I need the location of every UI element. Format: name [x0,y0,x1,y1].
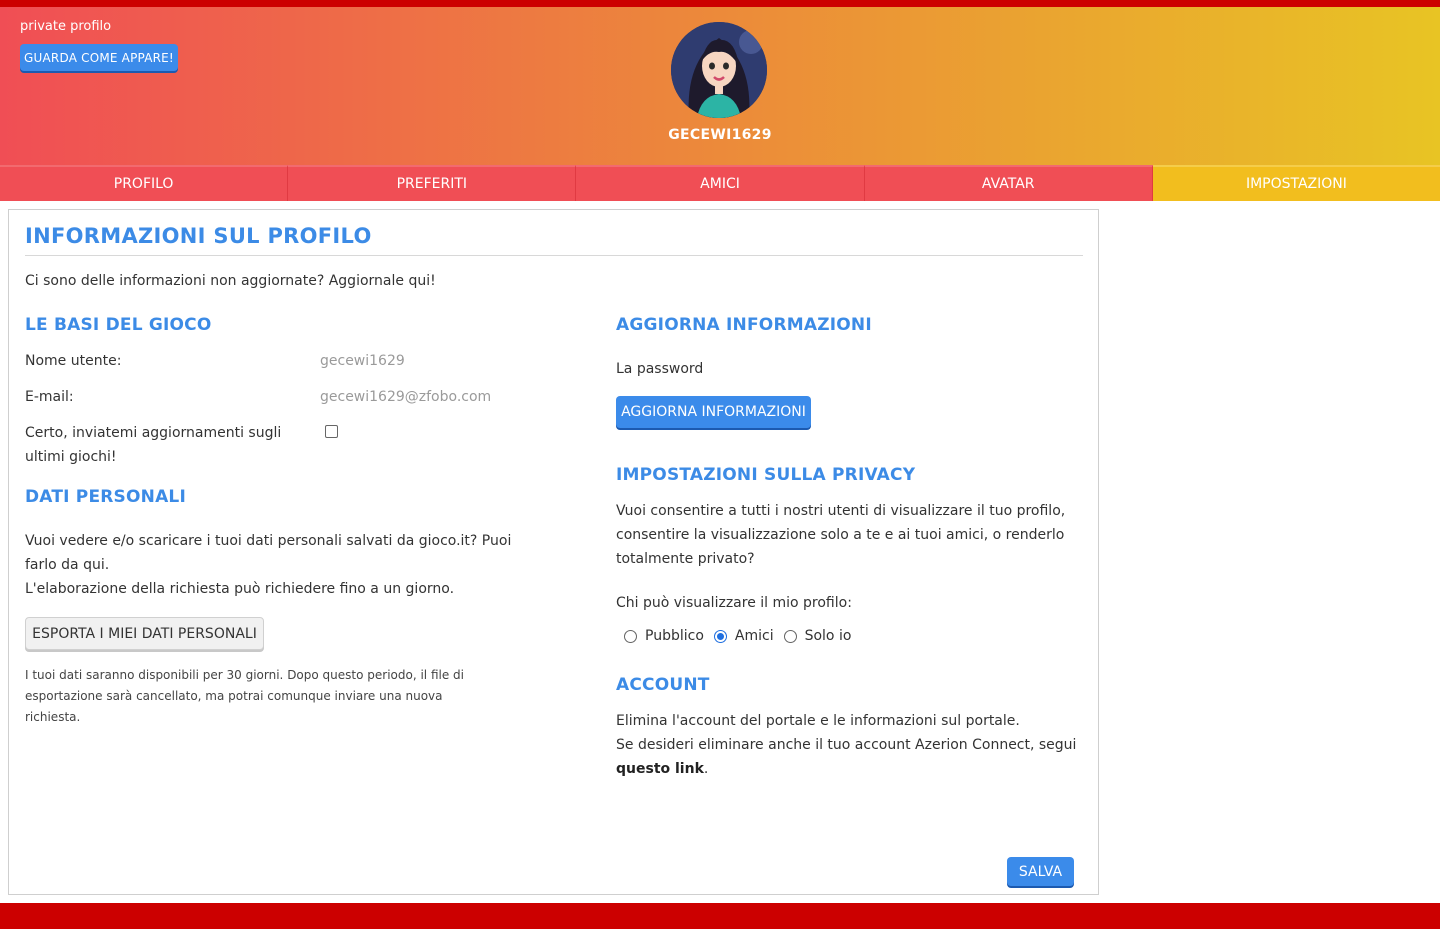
privacy-options: Pubblico Amici Solo io [624,628,861,644]
avatar [671,22,767,118]
privacy-line3: totalmente privato? [616,551,755,567]
email-value: gecewi1629@zfobo.com [320,389,492,405]
tab-profilo[interactable]: PROFILO [0,165,289,201]
profile-tabs: PROFILO PREFERITI AMICI AVATAR IMPOSTAZI… [0,165,1440,201]
account-line3: questo link. [616,757,708,781]
email-label: E-mail: [25,389,74,405]
tab-amici[interactable]: AMICI [576,165,865,201]
radio-label: Pubblico [645,628,704,644]
newsletter-label-line1: Certo, inviatemi aggiornamenti sugli [25,425,282,441]
intro-text: Ci sono delle informazioni non aggiornat… [25,273,436,289]
privacy-option-amici[interactable]: Amici [713,628,774,644]
radio-label: Amici [734,628,774,644]
private-profile-label: private profilo [20,19,112,34]
basics-heading: LE BASI DEL GIOCO [25,315,212,335]
personal-data-line3: L'elaborazione della richiesta può richi… [25,581,455,597]
radio-pubblico[interactable] [624,629,637,643]
personal-data-line1: Vuoi vedere e/o scaricare i tuoi dati pe… [25,533,512,549]
profile-username: GECEWI1629 [668,127,772,143]
radio-solo-io[interactable] [783,629,797,643]
radio-label: Solo io [804,628,852,644]
tab-preferiti[interactable]: PREFERITI [288,165,577,201]
privacy-line2: consentire la visualizzazione solo a te … [616,527,1065,543]
privacy-option-pubblico[interactable]: Pubblico [624,628,704,644]
username-value: gecewi1629 [320,353,405,369]
newsletter-checkbox[interactable] [325,425,338,438]
update-heading: AGGIORNA INFORMAZIONI [616,315,872,335]
footer-bar [0,903,1440,929]
tab-avatar[interactable]: AVATAR [864,165,1153,201]
page-title: INFORMAZIONI SUL PROFILO [25,224,372,248]
password-label: La password [616,361,704,377]
export-note: I tuoi dati saranno disponibili per 30 g… [25,668,464,724]
avatar-illustration-icon [671,22,767,118]
privacy-option-solo-io[interactable]: Solo io [783,628,852,644]
link-trailing-period: . [703,761,709,777]
settings-panel: INFORMAZIONI SUL PROFILO Ci sono delle i… [8,209,1099,895]
username-label: Nome utente: [25,353,122,369]
newsletter-label-line2: ultimi giochi! [25,449,117,465]
preview-profile-button[interactable]: GUARDA COME APPARE! [20,44,178,71]
privacy-line1: Vuoi consentire a tutti i nostri utenti … [616,503,1066,519]
radio-amici[interactable] [713,629,727,643]
account-line1: Elimina l'account del portale e le infor… [616,713,1020,729]
delete-account-link[interactable]: questo link [616,761,704,777]
title-divider [25,255,1083,256]
update-info-button[interactable]: AGGIORNA INFORMAZIONI [616,396,811,428]
save-button[interactable]: SALVA [1007,857,1074,886]
tab-impostazioni[interactable]: IMPOSTAZIONI [1152,165,1440,201]
personal-data-heading: DATI PERSONALI [25,487,186,507]
top-strip [0,0,1440,7]
profile-header: private profilo GUARDA COME APPARE! GECE… [0,7,1440,165]
account-line2: Se desideri eliminare anche il tuo accou… [616,737,1077,753]
account-heading: ACCOUNT [616,675,710,695]
privacy-heading: IMPOSTAZIONI SULLA PRIVACY [616,465,916,485]
personal-data-line2: farlo da qui. [25,557,110,573]
privacy-who-label: Chi può visualizzare il mio profilo: [616,595,852,611]
export-personal-data-button[interactable]: ESPORTA I MIEI DATI PERSONALI [25,617,264,650]
